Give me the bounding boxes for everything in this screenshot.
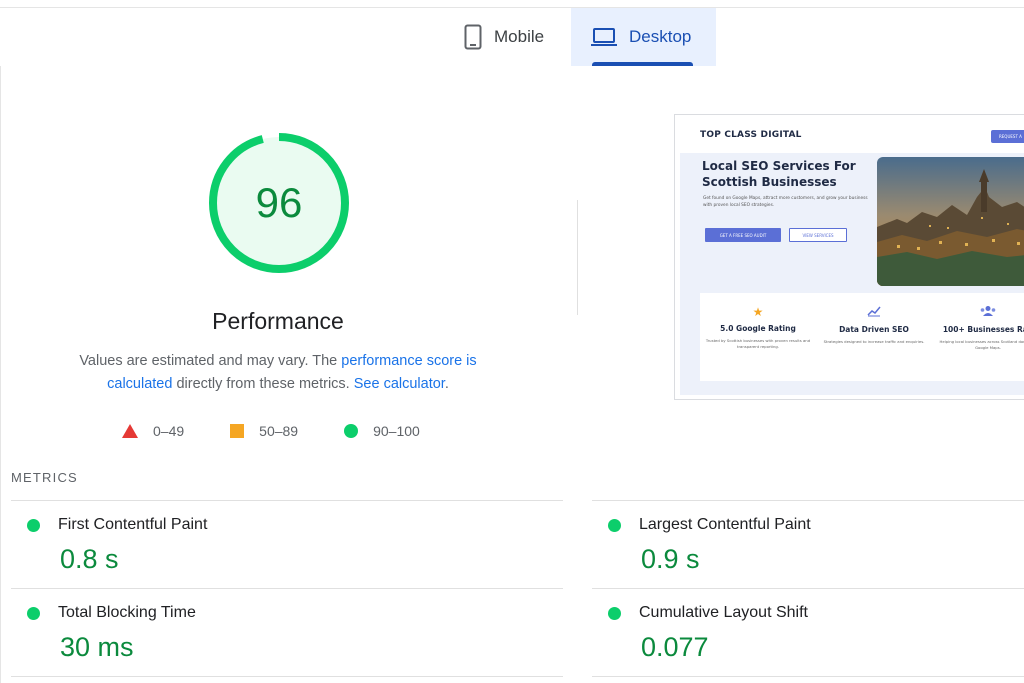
- thumb-card-title: 5.0 Google Rating: [720, 324, 796, 333]
- left-border: [0, 66, 1, 683]
- metric-first-contentful-paint: First Contentful Paint 0.8 s: [27, 516, 207, 575]
- thumb-card: 100+ Businesses Ran Helping local busine…: [933, 305, 1024, 351]
- page-screenshot-thumbnail[interactable]: TOP CLASS DIGITAL REQUEST A Local SEO Se…: [674, 114, 1024, 400]
- star-icon: ★: [752, 305, 764, 319]
- metrics-divider: [11, 676, 563, 677]
- thumb-top-button: REQUEST A: [991, 130, 1024, 143]
- circle-icon: [344, 424, 359, 438]
- metrics-divider: [11, 588, 563, 589]
- device-tabs: Mobile Desktop: [0, 0, 1024, 66]
- metric-value: 30 ms: [60, 632, 134, 662]
- tab-desktop-label: Desktop: [629, 27, 692, 46]
- performance-description: Values are estimated and may vary. The p…: [58, 350, 498, 396]
- triangle-icon: [122, 424, 138, 438]
- metric-label: First Contentful Paint: [58, 516, 208, 533]
- thumb-card-desc: Helping local businesses across Scotland…: [939, 339, 1024, 350]
- legend-item-fail: 0–49: [122, 423, 184, 439]
- legend-item-pass: 90–100: [344, 423, 420, 439]
- pass-dot-icon: [27, 606, 40, 620]
- pass-dot-icon: [27, 518, 40, 532]
- users-icon: [933, 305, 1024, 320]
- thumb-card: ★ 5.0 Google Rating Trusted by Scottish …: [703, 305, 813, 350]
- chart-icon: [819, 305, 929, 320]
- performance-title: Performance: [212, 308, 344, 334]
- tab-mobile-label: Mobile: [494, 27, 545, 46]
- score-legend: 0–49 50–89 90–100: [122, 423, 420, 439]
- performance-score-value: 96: [255, 179, 303, 226]
- description-text: Values are estimated and may vary. The: [79, 353, 342, 369]
- thumb-primary-button: GET A FREE SEO AUDIT: [705, 228, 781, 242]
- edinburgh-skyline-image: [877, 157, 1024, 286]
- metric-label: Largest Contentful Paint: [639, 516, 811, 533]
- thumb-secondary-button: VIEW SERVICES: [789, 228, 847, 242]
- metric-largest-contentful-paint: Largest Contentful Paint 0.9 s: [608, 516, 811, 575]
- metrics-divider: [592, 676, 1024, 677]
- thumb-card-title: 100+ Businesses Ran: [942, 325, 1024, 334]
- phone-icon: [464, 24, 482, 50]
- metric-cumulative-layout-shift: Cumulative Layout Shift 0.077: [608, 604, 808, 663]
- legend-item-average: 50–89: [230, 423, 298, 439]
- laptop-icon: [591, 27, 617, 47]
- legend-range: 50–89: [259, 423, 299, 439]
- pass-dot-icon: [608, 606, 621, 620]
- metric-value: 0.9 s: [641, 544, 700, 574]
- thumb-headline: Local SEO Services For Scottish Business…: [702, 159, 856, 189]
- tab-mobile[interactable]: Mobile: [458, 8, 570, 66]
- see-calculator-link[interactable]: See calculator: [354, 376, 445, 392]
- thumb-card-desc: Strategies designed to increase traffic …: [823, 339, 925, 344]
- active-tab-indicator: [592, 62, 693, 66]
- performance-score-gauge: 96: [206, 130, 352, 276]
- metric-label: Cumulative Layout Shift: [639, 604, 808, 621]
- metric-value: 0.077: [641, 632, 709, 662]
- legend-range: 90–100: [373, 423, 420, 439]
- thumb-card-title: Data Driven SEO: [839, 325, 909, 334]
- description-text: directly from these metrics.: [172, 376, 354, 392]
- pagespeed-report: Mobile Desktop 96 Performance Values are…: [0, 0, 1024, 683]
- pass-dot-icon: [608, 518, 621, 532]
- thumb-paragraph: Get found on Google Maps, attract more c…: [703, 196, 868, 208]
- thumb-brand: TOP CLASS DIGITAL: [700, 130, 802, 140]
- metric-total-blocking-time: Total Blocking Time 30 ms: [27, 604, 196, 663]
- metric-value: 0.8 s: [60, 544, 119, 574]
- column-divider: [577, 200, 578, 315]
- thumb-card-desc: Trusted by Scottish businesses with prov…: [705, 338, 811, 349]
- metrics-divider: [592, 500, 1024, 501]
- metrics-divider: [592, 588, 1024, 589]
- legend-range: 0–49: [153, 423, 185, 439]
- tab-desktop[interactable]: Desktop: [571, 8, 716, 66]
- metrics-heading: METRICS: [11, 470, 78, 485]
- square-icon: [230, 424, 245, 438]
- metrics-divider: [11, 500, 563, 501]
- metric-label: Total Blocking Time: [58, 604, 196, 621]
- thumb-card: Data Driven SEO Strategies designed to i…: [819, 305, 929, 345]
- description-text: .: [444, 376, 449, 392]
